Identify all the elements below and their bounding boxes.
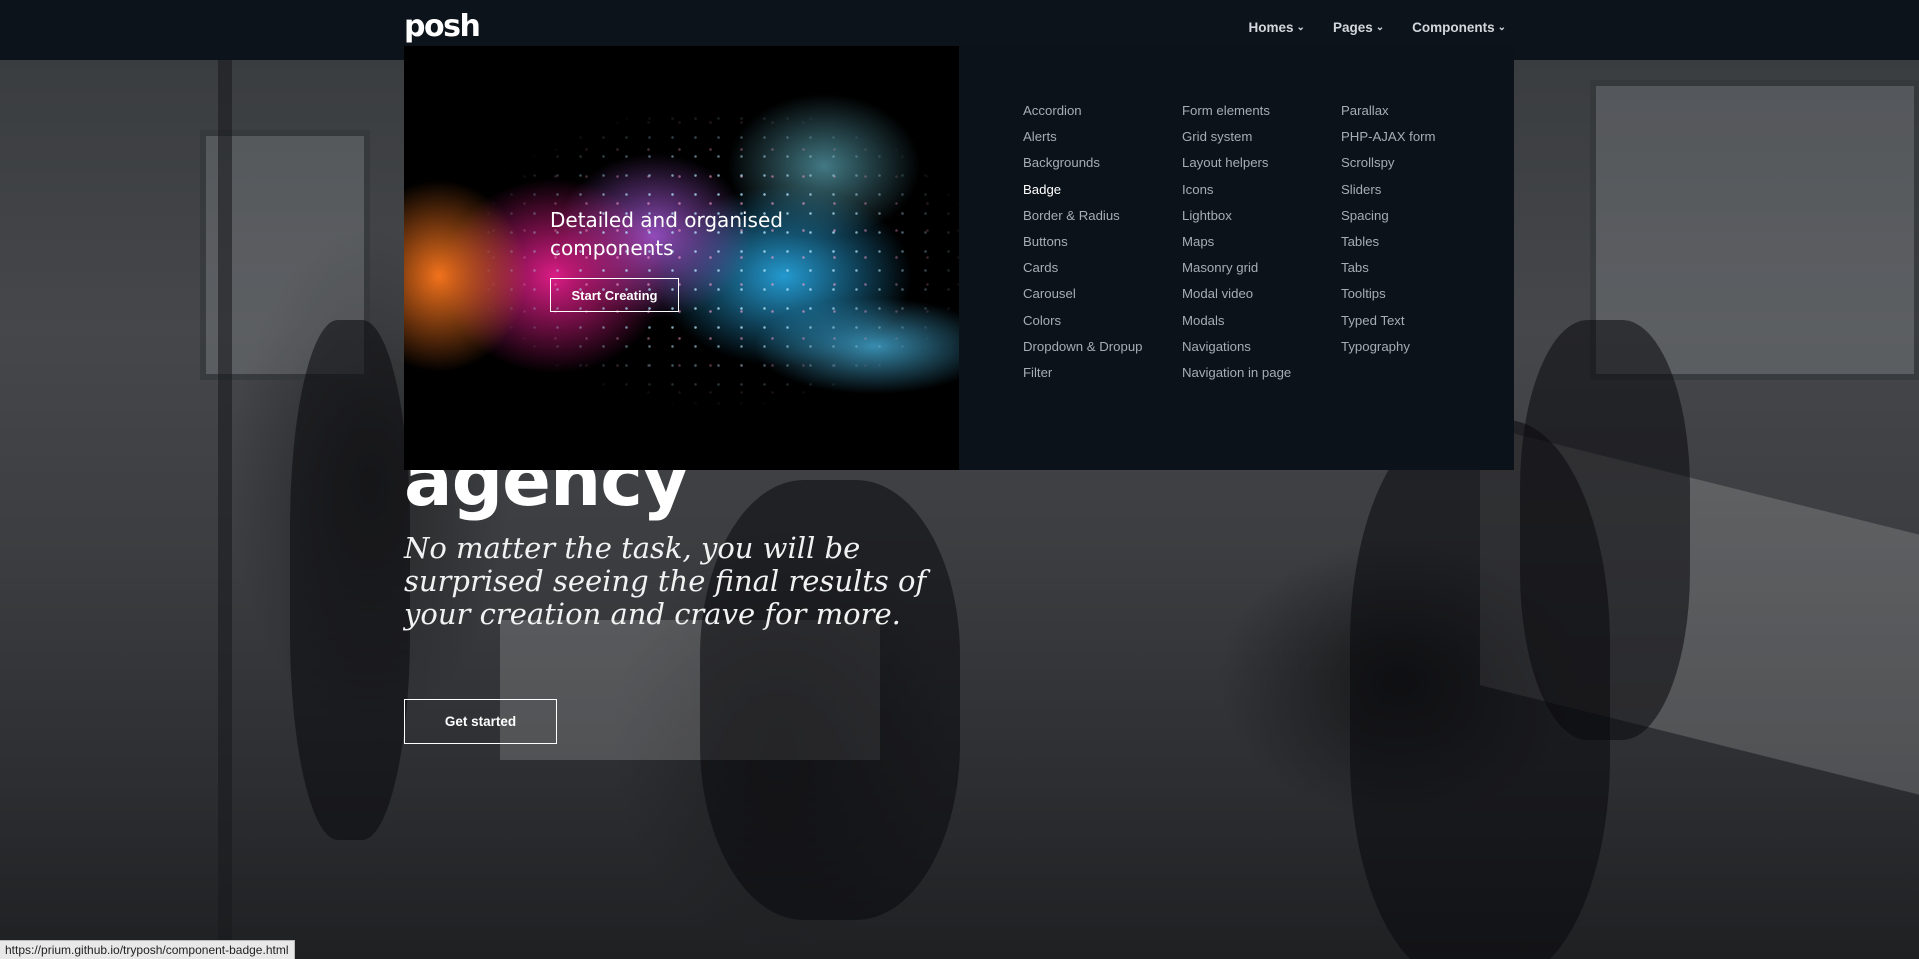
mega-menu-link[interactable]: Modals <box>1182 308 1341 334</box>
mega-menu-link[interactable]: Tooltips <box>1341 281 1500 307</box>
mega-menu-link[interactable]: Navigations <box>1182 334 1341 360</box>
chevron-down-icon: ⌄ <box>1296 22 1305 33</box>
nav-item-components[interactable]: Components ⌄ <box>1412 20 1506 35</box>
chevron-down-icon: ⌄ <box>1375 22 1385 33</box>
mega-menu-link[interactable]: Typed Text <box>1341 308 1500 334</box>
hero-subtitle: No matter the task, you will be surprise… <box>404 531 927 631</box>
mega-menu-link[interactable]: Alerts <box>1023 124 1182 150</box>
mega-menu-link[interactable]: Accordion <box>1023 98 1182 124</box>
nav-item-homes[interactable]: Homes ⌄ <box>1249 20 1305 35</box>
mega-menu-link[interactable]: Buttons <box>1023 229 1182 255</box>
brand-logo[interactable]: posh <box>404 10 481 44</box>
nav-item-label: Pages <box>1332 20 1373 35</box>
mega-menu-link[interactable]: PHP-AJAX form <box>1341 124 1500 150</box>
mega-menu-link[interactable]: Modal video <box>1182 281 1341 307</box>
mega-menu-link[interactable]: Icons <box>1182 177 1341 203</box>
nav-item-pages[interactable]: Pages ⌄ <box>1333 20 1384 35</box>
background-person <box>290 320 410 840</box>
mega-menu-link[interactable]: Carousel <box>1023 281 1182 307</box>
mega-menu-link[interactable]: Tables <box>1341 229 1500 255</box>
mega-menu-link[interactable]: Dropdown & Dropup <box>1023 334 1182 360</box>
mega-menu-link[interactable]: Badge <box>1023 177 1182 203</box>
mega-menu-link[interactable]: Form elements <box>1182 98 1341 124</box>
mega-menu-link[interactable]: Tabs <box>1341 255 1500 281</box>
mega-menu-link[interactable]: Parallax <box>1341 98 1500 124</box>
mega-menu-link[interactable]: Backgrounds <box>1023 150 1182 176</box>
mega-menu-link[interactable]: Lightbox <box>1182 203 1341 229</box>
promo-title: Detailed and organised components <box>550 208 783 260</box>
mega-menu-links: Accordion Alerts Backgrounds Badge Border & … <box>959 46 1514 470</box>
background-beam <box>218 60 232 959</box>
mega-menu-link[interactable]: Maps <box>1182 229 1341 255</box>
mega-menu-link[interactable]: Scrollspy <box>1341 150 1500 176</box>
promo-panel: Detailed and organised components Start … <box>404 46 959 470</box>
mega-menu-link[interactable]: Masonry grid <box>1182 255 1341 281</box>
mega-menu-link[interactable]: Typography <box>1341 334 1500 360</box>
mega-menu-column: Form elements Grid system Layout helpers Ic… <box>1182 98 1341 470</box>
mega-menu-link[interactable]: Layout helpers <box>1182 150 1341 176</box>
mega-menu-column: Parallax PHP-AJAX form Scrollspy Sliders Spa… <box>1341 98 1500 470</box>
mega-menu-link[interactable]: Colors <box>1023 308 1182 334</box>
mega-menu-link[interactable]: Sliders <box>1341 177 1500 203</box>
get-started-button[interactable]: Get started <box>404 699 557 744</box>
nav-item-label: Homes <box>1248 20 1294 35</box>
components-mega-menu: Detailed and organised components Start … <box>404 46 1514 470</box>
link-status-bar: https://prium.github.io/tryposh/componen… <box>0 940 295 959</box>
mega-menu-link[interactable]: Filter <box>1023 360 1182 386</box>
start-creating-button[interactable]: Start Creating <box>550 278 679 312</box>
mega-menu-link[interactable]: Spacing <box>1341 203 1500 229</box>
background-person <box>1520 320 1690 740</box>
mega-menu-link[interactable]: Navigation in page <box>1182 360 1341 386</box>
mega-menu-link[interactable]: Grid system <box>1182 124 1341 150</box>
nav-item-label: Components <box>1412 20 1495 35</box>
mega-menu-link[interactable]: Cards <box>1023 255 1182 281</box>
mega-menu-link[interactable]: Border & Radius <box>1023 203 1182 229</box>
chevron-down-icon: ⌄ <box>1497 22 1506 33</box>
mega-menu-column: Accordion Alerts Backgrounds Badge Border & … <box>1023 98 1182 470</box>
main-nav: Homes ⌄ Pages ⌄ Components ⌄ <box>1249 20 1506 35</box>
